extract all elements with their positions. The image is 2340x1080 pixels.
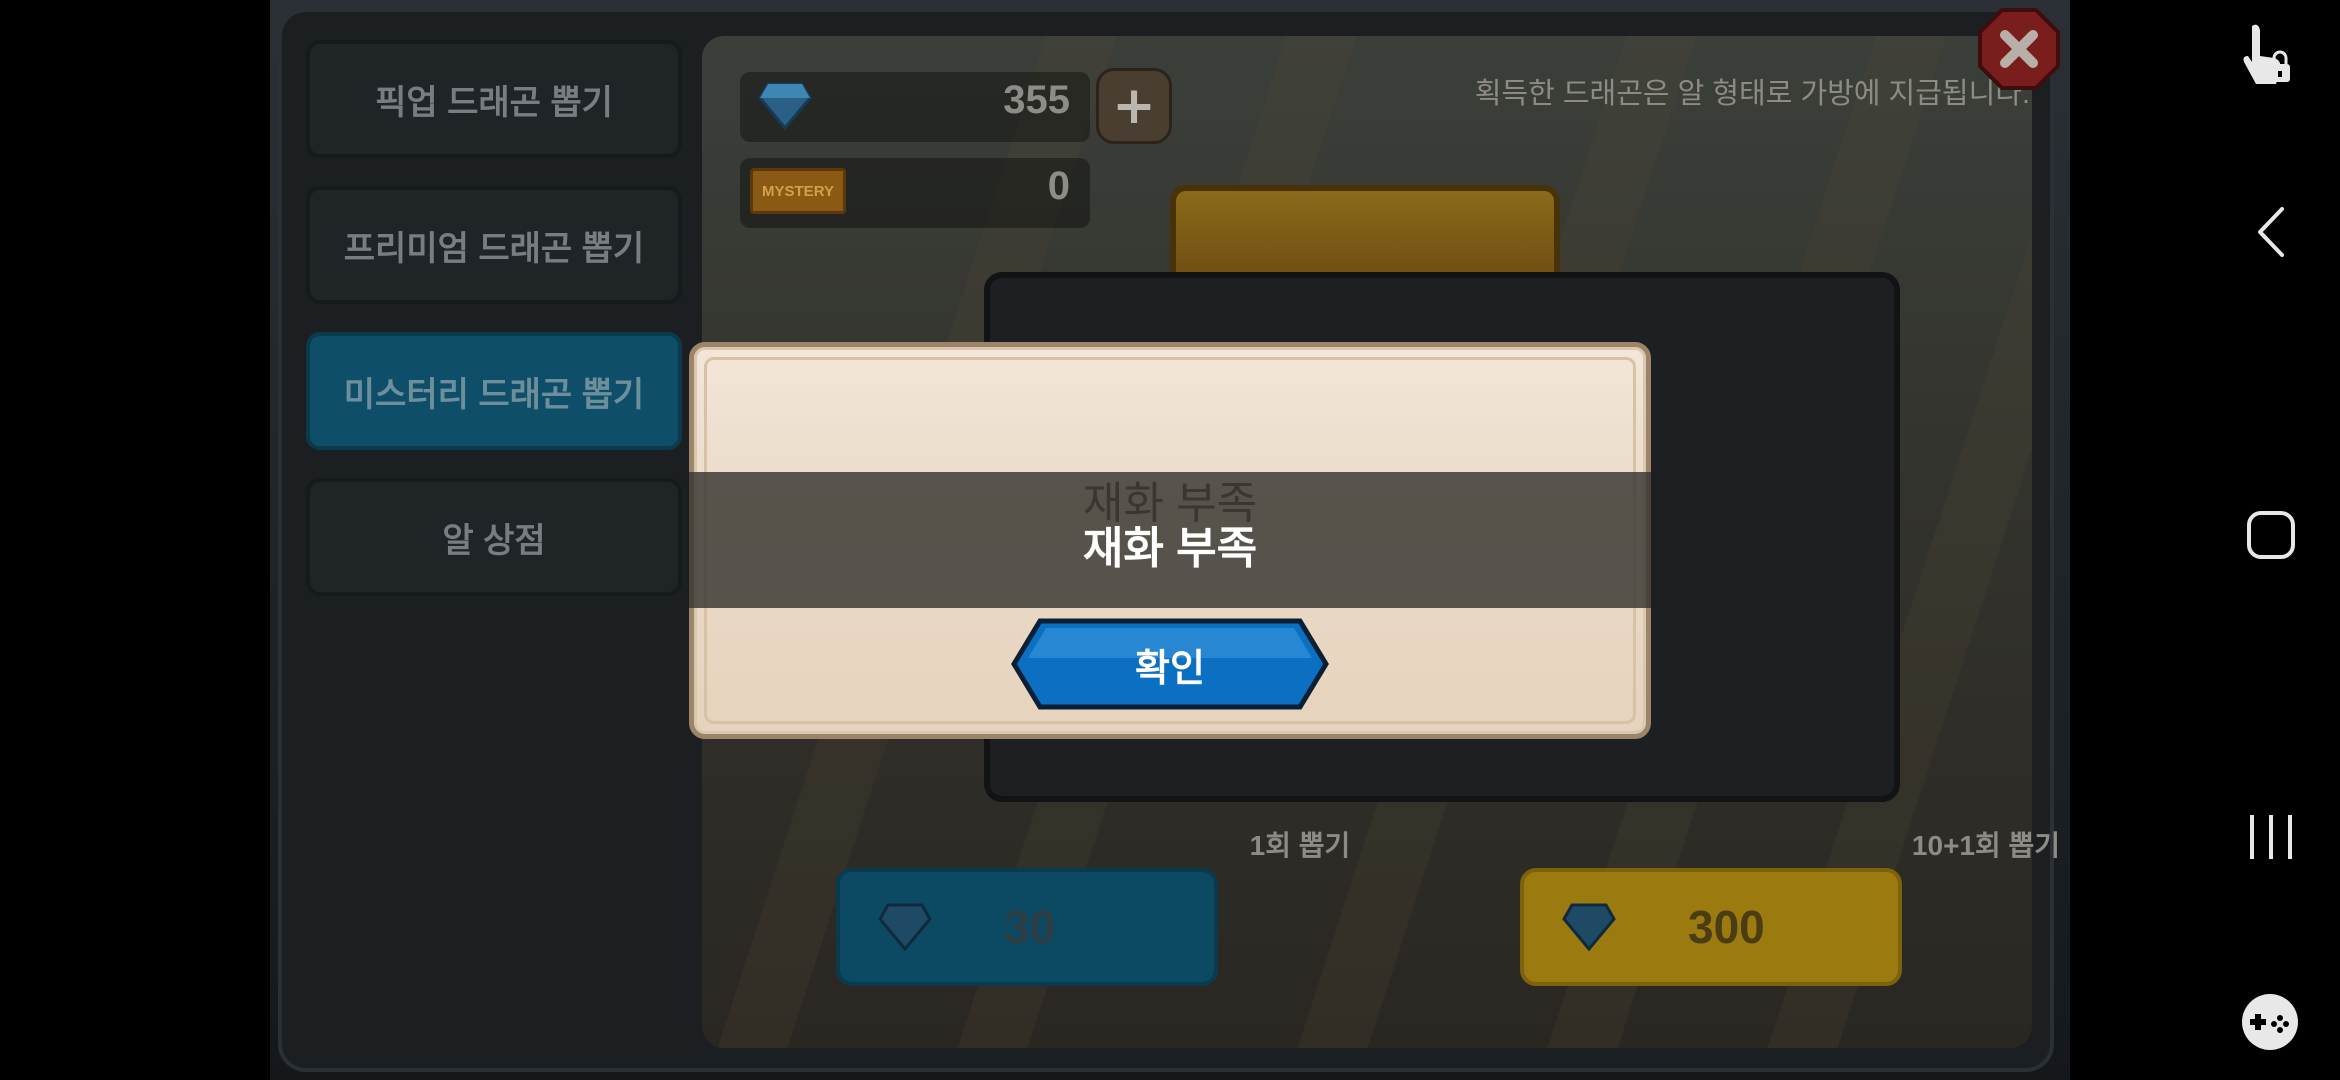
single-pull-button[interactable]: 30: [836, 868, 1218, 986]
tab-pickup-dragon[interactable]: 픽업 드래곤 뽑기: [306, 40, 682, 158]
reward-notice: 획득한 드래곤은 알 형태로 가방에 지급됩니다.: [1474, 78, 2030, 110]
diamond-icon: [878, 903, 932, 951]
confirm-button-label: 확인: [1135, 647, 1205, 690]
home-icon[interactable]: [2246, 510, 2296, 560]
tab-egg-shop[interactable]: 알 상점: [306, 478, 682, 596]
ten-pull-button[interactable]: 300: [1520, 868, 1902, 986]
ten-pull-label: 10+1회 뽑기: [1911, 830, 2061, 861]
ten-pull-cost: 300: [1688, 901, 1765, 953]
back-icon[interactable]: [2256, 206, 2286, 258]
diamond-count: 355: [1003, 78, 1070, 122]
game-controller-icon[interactable]: [2238, 992, 2302, 1052]
diamond-icon: [1562, 903, 1616, 951]
diamond-icon: [758, 82, 812, 130]
toast-message: 재화 부족: [1082, 524, 1258, 573]
add-diamond-button[interactable]: +: [1096, 68, 1172, 144]
single-pull-cost: 30: [1004, 901, 1056, 953]
tab-mystery-dragon[interactable]: 미스터리 드래곤 뽑기: [306, 332, 682, 450]
touch-lock-icon[interactable]: [2238, 20, 2294, 92]
single-pull-label: 1회 뽑기: [1249, 830, 1351, 861]
diamond-currency: 355 +: [740, 68, 1360, 144]
mystery-ticket-icon: MYSTERY: [750, 168, 846, 214]
mystery-ticket-count: 0: [1047, 164, 1070, 208]
close-icon[interactable]: [1978, 8, 2060, 90]
tab-premium-dragon[interactable]: 프리미엄 드래곤 뽑기: [306, 186, 682, 304]
recent-apps-icon[interactable]: [2246, 812, 2296, 862]
